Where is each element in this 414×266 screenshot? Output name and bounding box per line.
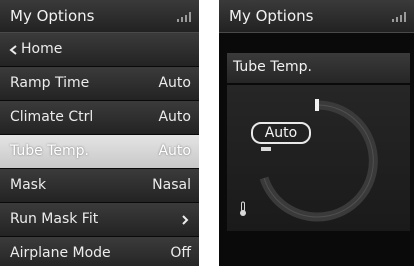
temperature-dial[interactable] [227, 85, 410, 231]
parameter-title-bar: Tube Temp. [227, 53, 410, 83]
menu-item-label: Home [21, 41, 63, 57]
menu-item-mask[interactable]: Mask Nasal [0, 169, 199, 203]
right-device-screen: My Options Tube Temp. Auto [219, 0, 414, 266]
chevron-right-icon [182, 215, 189, 225]
menu-item-label: Ramp Time [10, 75, 90, 91]
menu-item-value: Auto [158, 109, 191, 125]
screen-title: My Options [229, 7, 314, 25]
menu-item-label: Airplane Mode [10, 245, 111, 261]
screen-title: My Options [10, 7, 95, 25]
dial-position-marker [261, 147, 271, 151]
chevron-left-icon [9, 45, 17, 55]
menu-item-home[interactable]: Home [0, 33, 199, 67]
menu-item-run-mask-fit[interactable]: Run Mask Fit [0, 203, 199, 237]
menu-item-value: Auto [158, 143, 191, 159]
parameter-title: Tube Temp. [233, 59, 313, 75]
menu-item-value: Off [170, 245, 191, 261]
dial-max-tick [315, 99, 319, 111]
signal-strength-icon [177, 12, 191, 22]
menu-item-airplane-mode[interactable]: Airplane Mode Off [0, 237, 199, 266]
thermometer-icon [240, 201, 246, 216]
menu-item-ramp-time[interactable]: Ramp Time Auto [0, 67, 199, 101]
menu-item-value: Auto [158, 75, 191, 91]
menu-item-label: Mask [10, 177, 47, 193]
parameter-adjust-panel[interactable]: Auto [227, 85, 410, 231]
header: My Options [0, 0, 199, 33]
menu-item-label: Run Mask Fit [10, 211, 99, 227]
menu-item-label: Climate Ctrl [10, 109, 94, 125]
menu-item-tube-temp[interactable]: Tube Temp. Auto [0, 135, 199, 169]
signal-strength-icon [392, 12, 406, 22]
auto-value-badge: Auto [251, 122, 311, 144]
header: My Options [219, 0, 414, 33]
left-device-screen: My Options Home Ramp Time Auto Climate C… [0, 0, 199, 266]
menu-item-climate-ctrl[interactable]: Climate Ctrl Auto [0, 101, 199, 135]
menu-item-label: Tube Temp. [10, 143, 90, 159]
menu-item-value: Nasal [152, 177, 191, 193]
